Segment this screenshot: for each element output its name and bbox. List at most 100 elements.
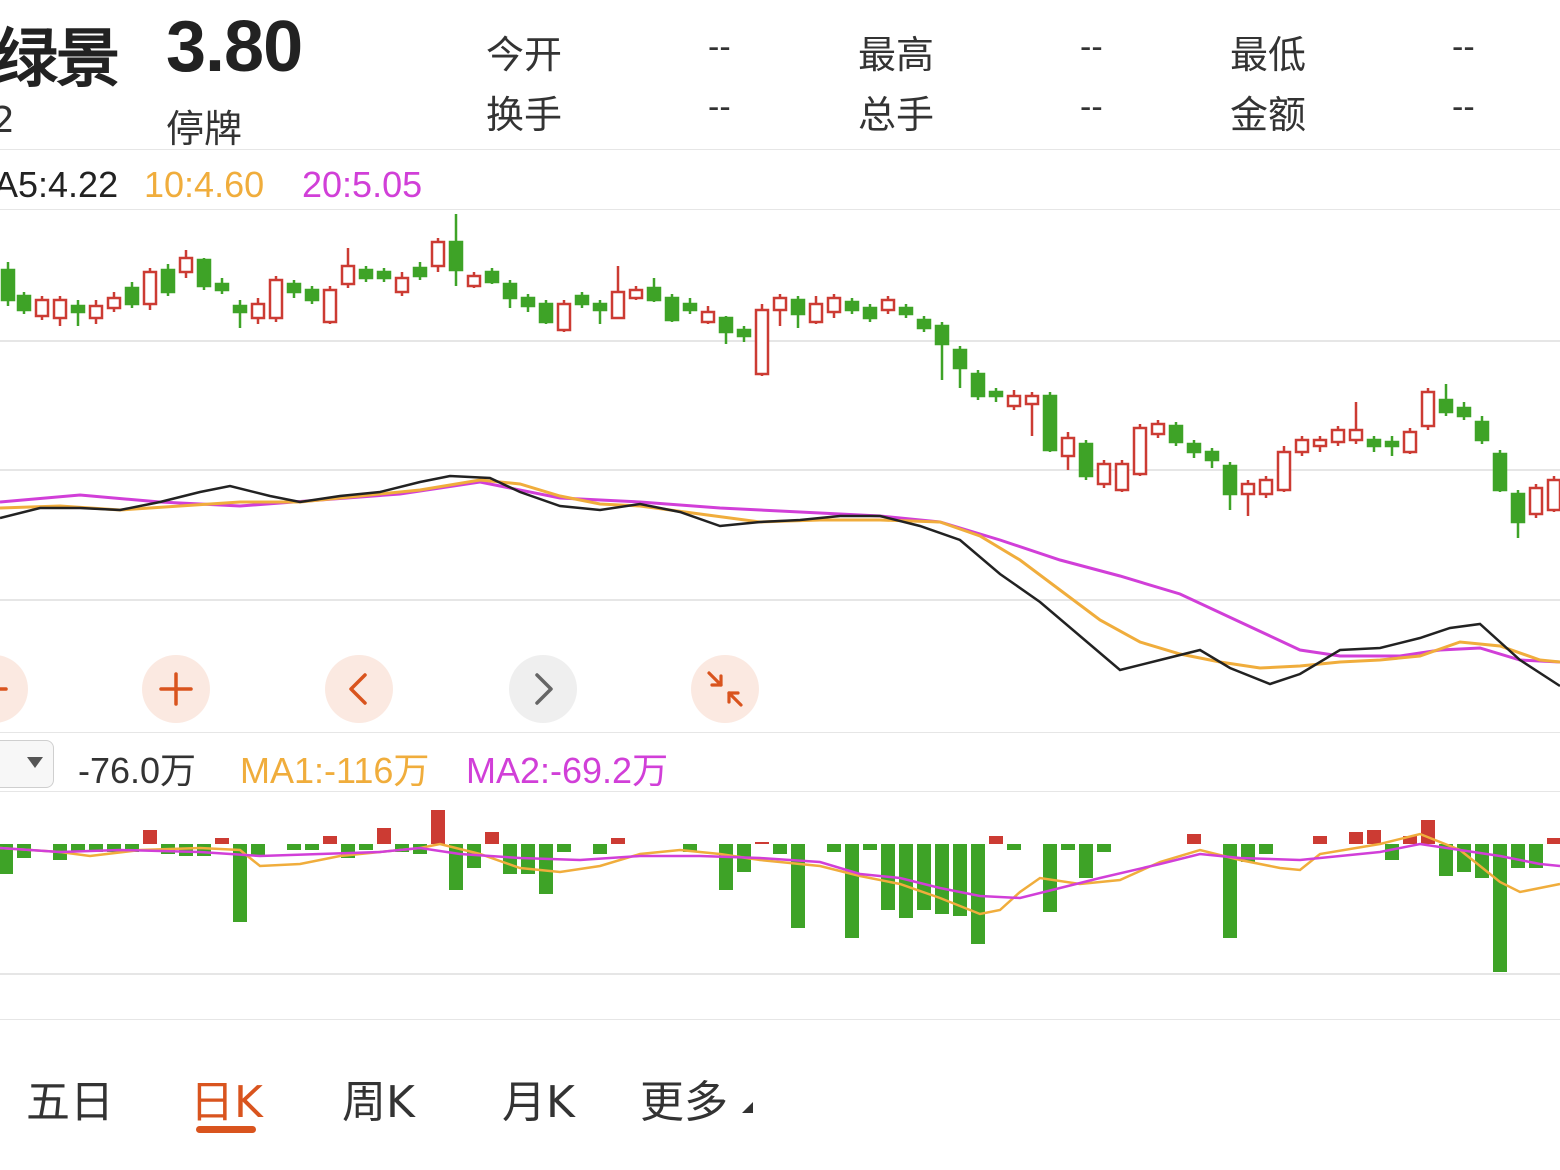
candle-up [52,298,68,320]
candle-down [1510,492,1526,524]
stat-turnover-value: -- [708,88,731,126]
histogram-bar-negative [917,844,931,910]
histogram-bar-negative [359,844,373,850]
ma20-line [0,480,1560,664]
candle-down [538,302,554,324]
pan-right-button[interactable] [509,655,577,723]
stat-low-value: -- [1452,28,1475,66]
header-divider [0,149,1560,150]
candle-up [1528,486,1544,516]
candle-up [1330,428,1346,444]
candle-up [1240,482,1256,496]
tab-daily-k[interactable]: 日K [190,1066,263,1130]
histogram-bar-negative [1007,844,1021,850]
candle-down [574,294,590,306]
candle-down [124,286,140,306]
candle-down [1366,438,1382,448]
stat-amount-label: 金额 [1230,93,1307,137]
candle-up [394,276,410,294]
candle-up [1060,436,1076,458]
histogram-bar-negative [287,844,301,850]
stock-code: 2 [0,100,15,141]
tabs-top-divider [0,1019,1560,1020]
current-price: 3.80 [166,7,303,87]
candle-up [1348,428,1364,442]
candle-down [358,268,374,280]
stat-high-value: -- [1080,28,1103,66]
candle-down [790,298,806,316]
histogram-bar-positive [1313,836,1327,844]
candle-up [268,278,284,320]
candle-up [1114,462,1130,492]
candle-down [1222,464,1238,496]
candle-up [142,270,158,306]
candle-down [1384,440,1400,448]
zoom-out-button[interactable] [0,655,28,723]
histogram-bar-negative [1079,844,1093,878]
indicator-top-divider [0,732,1560,733]
candle-up [1546,478,1560,512]
candle-down [304,288,320,302]
indicator-selector[interactable] [0,740,54,788]
candle-up [610,290,626,320]
histogram-bar-positive [431,810,445,844]
histogram-bar-negative [593,844,607,854]
indicator-chart[interactable] [0,792,1560,1022]
candle-down [898,306,914,316]
histogram-bar-negative [845,844,859,938]
candle-down [16,294,32,312]
candle-down [970,372,986,398]
kline-chart[interactable] [0,210,1560,688]
candle-down [718,316,734,334]
histogram-layer [0,810,1560,972]
histogram-bar-negative [251,844,265,856]
histogram-bar-positive [1349,832,1363,844]
ma5-legend: A5:4.22 [0,164,119,205]
candle-up [1096,462,1112,486]
plus-icon [159,672,193,706]
histogram-bar-positive [485,832,499,844]
pan-left-button[interactable] [325,655,393,723]
candle-down [520,296,536,308]
candle-down [1186,442,1202,454]
exit-fullscreen-button[interactable] [691,655,759,723]
tab-monthly-k[interactable]: 月K [502,1066,575,1130]
histogram-bar-positive [215,838,229,844]
histogram-bar-negative [719,844,733,890]
candle-down [502,282,518,300]
histogram-bar-negative [773,844,787,854]
tab-five-day[interactable]: 五日 [26,1066,114,1130]
histogram-bar-negative [1493,844,1507,972]
candle-down [448,240,464,272]
candle-up [250,302,266,320]
candle-up [826,296,842,314]
candle-down [988,390,1004,398]
stat-volume-label: 总手 [858,93,935,137]
candle-up [340,264,356,286]
candle-down [934,324,950,346]
histogram-bar-negative [1511,844,1525,868]
zoom-in-button[interactable] [142,655,210,723]
histogram-bar-negative [863,844,877,850]
candle-down [1042,394,1058,452]
stat-amount-value: -- [1452,88,1475,126]
indicator-value: -76.0万 [78,750,197,791]
candle-up [628,288,644,300]
candle-up [1258,478,1274,496]
tab-weekly-k[interactable]: 周K [342,1066,415,1130]
indicator-ma2: MA2:-69.2万 [466,750,669,791]
candle-down [1474,420,1490,442]
stat-low-label: 最低 [1230,33,1307,77]
histogram-bar-positive [323,836,337,844]
dropdown-arrow-icon [27,757,43,768]
candle-down [1168,424,1184,444]
ma20-legend: 20:5.05 [302,164,423,205]
candle-up [1312,438,1328,448]
tab-more[interactable]: 更多 [640,1066,728,1130]
candle-down [484,270,500,284]
histogram-bar-negative [305,844,319,850]
candle-down [916,318,932,330]
stat-turnover-label: 换手 [486,93,563,137]
candle-down [286,282,302,294]
stock-name: 绿景 [0,23,120,97]
